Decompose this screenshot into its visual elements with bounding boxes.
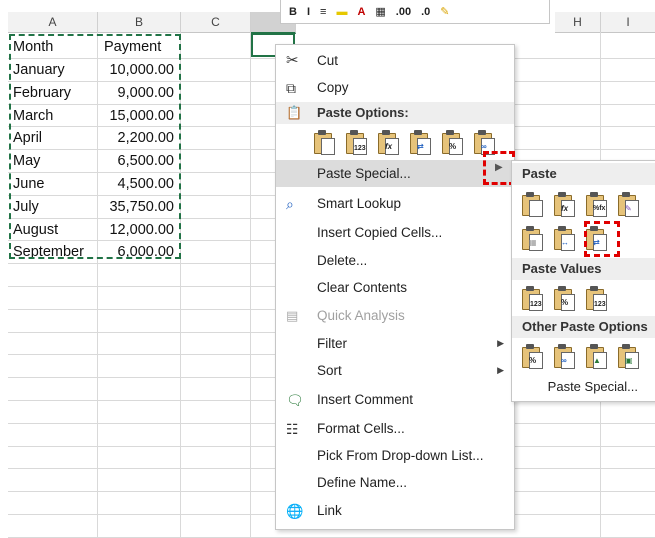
menu-item-insert-comment[interactable]: 🗨 Insert Comment: [276, 386, 514, 413]
clipboard-icon: 📋: [286, 105, 303, 120]
column-header-i[interactable]: I: [601, 12, 655, 33]
values-number-format-icon[interactable]: %: [552, 285, 576, 311]
paste-options-row: 123 fx ⇄ % ∞: [312, 129, 496, 155]
quick-analysis-icon: ▤: [286, 308, 299, 323]
submenu-paste-header: Paste: [512, 163, 655, 185]
menu-item-filter[interactable]: Filter ▶: [276, 330, 514, 357]
menu-item-sort[interactable]: Sort ▶: [276, 357, 514, 384]
paste-link-icon[interactable]: ∞: [552, 343, 576, 369]
menu-item-define-name[interactable]: Define Name...: [276, 469, 514, 496]
link-globe-icon: 🌐: [286, 503, 304, 519]
chevron-right-icon: ▶: [497, 338, 504, 348]
mini-toolbar[interactable]: B I ≡ ▬ A ▦ .00 .0 ✎: [280, 0, 550, 24]
paste-icon[interactable]: [312, 129, 336, 155]
no-borders-icon[interactable]: ▦: [520, 225, 544, 251]
align-icon[interactable]: ≡: [320, 6, 326, 18]
italic-button[interactable]: I: [307, 6, 310, 18]
values-source-formatting-icon[interactable]: 123: [584, 285, 608, 311]
font-color-icon[interactable]: A: [357, 6, 365, 18]
paste-formulas-icon[interactable]: fx: [552, 191, 576, 217]
chevron-right-icon: ▶: [497, 365, 504, 375]
context-menu: ✂ Cut ⧉ Copy 📋 Paste Options: 123 fx ⇄ %…: [275, 44, 515, 530]
linked-picture-icon[interactable]: ▣: [616, 343, 640, 369]
format-cells-icon: ☷: [286, 421, 299, 437]
submenu-values-row: 123 % 123: [520, 285, 608, 311]
column-header-h[interactable]: H: [555, 12, 601, 33]
increase-decimal-button[interactable]: .00: [396, 6, 411, 18]
chevron-right-icon: ▶: [495, 162, 503, 173]
column-header-b[interactable]: B: [98, 12, 181, 33]
paste-formulas-number-format-icon[interactable]: %fx: [584, 191, 608, 217]
menu-item-format-cells[interactable]: ☷ Format Cells...: [276, 415, 514, 442]
menu-item-copy[interactable]: ⧉ Copy: [276, 74, 514, 101]
menu-item-insert-copied-cells[interactable]: Insert Copied Cells...: [276, 219, 514, 246]
menu-item-smart-lookup[interactable]: ⌕ Smart Lookup: [276, 190, 514, 217]
menu-item-delete[interactable]: Delete...: [276, 247, 514, 274]
borders-icon[interactable]: ▦: [375, 5, 385, 18]
submenu-other-header: Other Paste Options: [512, 316, 655, 338]
copy-marquee: [9, 34, 181, 259]
menu-item-clear-contents[interactable]: Clear Contents: [276, 274, 514, 301]
menu-item-link[interactable]: 🌐 Link: [276, 497, 514, 524]
submenu-paste-row-1: fx %fx ✎: [520, 191, 640, 217]
paste-options-header: 📋 Paste Options:: [276, 102, 514, 124]
highlight-icon[interactable]: ▬: [336, 6, 347, 18]
paste-icon[interactable]: [520, 191, 544, 217]
transpose-highlight[interactable]: [584, 221, 620, 257]
menu-item-cut[interactable]: ✂ Cut: [276, 47, 514, 74]
values-icon[interactable]: 123: [520, 285, 544, 311]
paste-formatting-icon[interactable]: %: [440, 129, 464, 155]
formatting-icon[interactable]: %: [520, 343, 544, 369]
paste-special-submenu: Paste fx %fx ✎ ▦ ↔ ⇄ Paste Values 123 % …: [511, 160, 655, 402]
paste-values-icon[interactable]: 123: [344, 129, 368, 155]
menu-item-quick-analysis: ▤ Quick Analysis: [286, 308, 405, 323]
bold-button[interactable]: B: [289, 6, 297, 18]
keep-source-formatting-icon[interactable]: ✎: [616, 191, 640, 217]
search-globe-icon: ⌕: [286, 196, 294, 212]
comment-icon: 🗨: [286, 392, 304, 408]
column-header-a[interactable]: A: [8, 12, 98, 33]
copy-icon: ⧉: [286, 80, 296, 96]
picture-icon[interactable]: ▲: [584, 343, 608, 369]
submenu-other-row: % ∞ ▲ ▣: [520, 343, 640, 369]
menu-item-paste-special[interactable]: Paste Special...: [276, 160, 514, 187]
menu-item-pick-from-list[interactable]: Pick From Drop-down List...: [276, 442, 514, 469]
decrease-decimal-button[interactable]: .0: [421, 6, 430, 18]
keep-column-widths-icon[interactable]: ↔: [552, 225, 576, 251]
column-header-c[interactable]: C: [181, 12, 251, 33]
format-painter-icon[interactable]: ✎: [440, 5, 449, 18]
scissors-icon: ✂: [286, 52, 299, 69]
paste-formulas-icon[interactable]: fx: [376, 129, 400, 155]
submenu-paste-values-header: Paste Values: [512, 258, 655, 280]
paste-transpose-icon[interactable]: ⇄: [408, 129, 432, 155]
submenu-paste-special-link[interactable]: Paste Special...: [512, 379, 655, 394]
